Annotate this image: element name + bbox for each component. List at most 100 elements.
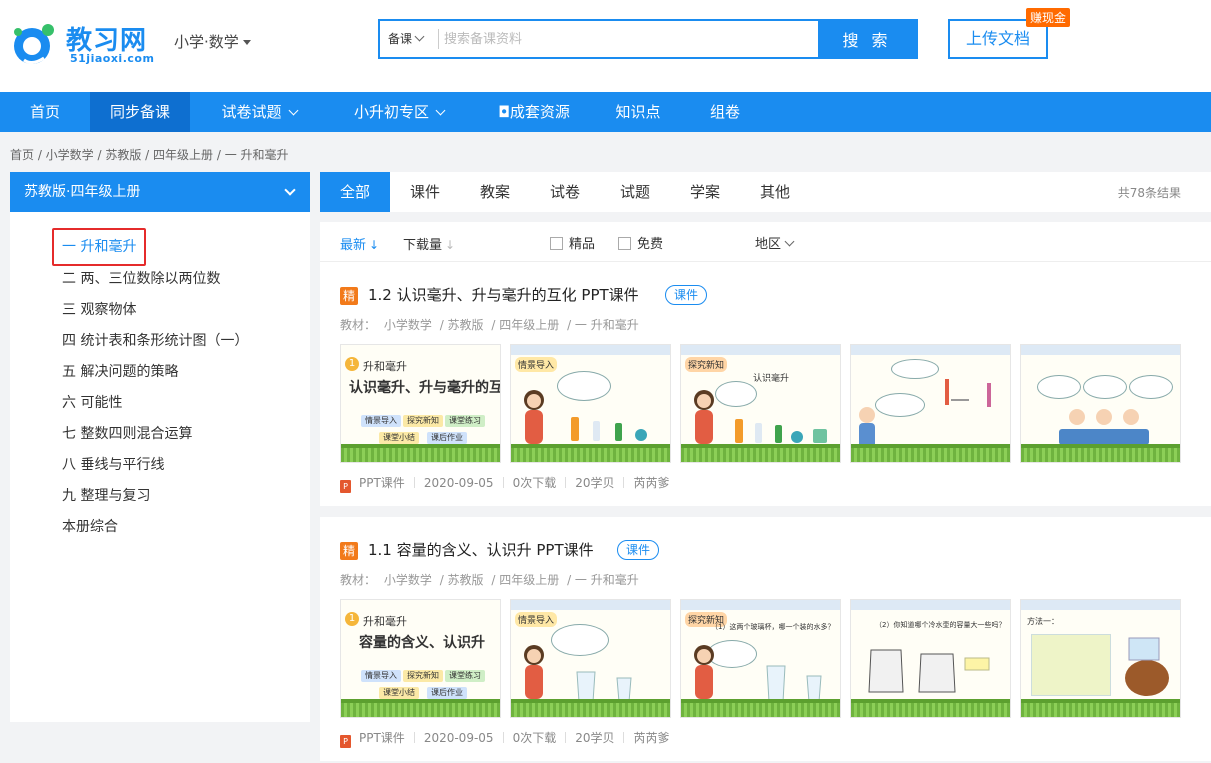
chevron-down-icon	[435, 105, 446, 116]
slide-thumbnail[interactable]: 情景导入	[510, 599, 671, 718]
checkbox-icon[interactable]	[618, 237, 631, 250]
caret-down-icon	[242, 40, 251, 45]
number-icon: 1	[345, 357, 359, 371]
chevron-down-icon	[284, 184, 296, 196]
search-bar: 备课 搜 索	[378, 19, 918, 59]
chapter-item-active[interactable]: 一 升和毫升	[52, 228, 147, 266]
resource-kind-badge: 课件	[665, 285, 708, 305]
slide-chip: 课堂练习	[445, 670, 485, 682]
search-category-dropdown[interactable]: 备课	[380, 21, 438, 57]
logo-domain: 51jiaoxi.com	[70, 52, 155, 65]
breadcrumb[interactable]: 首页 / 小学数学 / 苏教版 / 四年级上册 / 一 升和毫升	[10, 146, 289, 163]
slide-thumbnail[interactable]: 情景导入	[510, 344, 671, 463]
result-title[interactable]: 1.1 容量的含义、认识升 PPT课件	[368, 539, 594, 560]
chapter-item[interactable]: 三 观察物体	[62, 298, 136, 322]
upload-date: 2020-09-05	[423, 476, 494, 490]
chapter-item[interactable]: 五 解决问题的策略	[62, 360, 178, 384]
result-count: 共78条结果	[1117, 186, 1181, 200]
chapter-item[interactable]: 二 两、三位数除以两位数	[62, 267, 220, 291]
search-input[interactable]	[444, 25, 814, 53]
slide-thumbnail[interactable]: 1 升和毫升 容量的含义、认识升 情景导入 探究新知 课堂练习 课堂小结 课后作…	[340, 599, 501, 718]
meta-link[interactable]: / 苏教版	[440, 318, 484, 332]
region-dropdown[interactable]: 地区	[755, 233, 795, 252]
nav-exams[interactable]: 试卷试题	[204, 92, 314, 132]
author[interactable]: 芮芮爹	[633, 731, 669, 745]
meta-link[interactable]: / 四年级上册	[491, 318, 559, 332]
nav-home[interactable]: 首页	[0, 92, 90, 132]
textbook-selector[interactable]: 苏教版·四年级上册	[10, 172, 310, 212]
slide-thumbnail[interactable]: 探究新知 认识毫升	[680, 344, 841, 463]
slide-decoration	[511, 600, 670, 610]
chapter-item[interactable]: 六 可能性	[62, 391, 122, 415]
slide-thumbnail[interactable]	[1020, 344, 1181, 463]
subject-label: 小学·数学	[174, 33, 239, 51]
tab-lesson-plan[interactable]: 教案	[460, 172, 530, 212]
nav-middle-school-label: 小升初专区	[353, 103, 429, 121]
nav-middle-school[interactable]: 小升初专区	[334, 92, 464, 132]
slide-decoration	[1021, 345, 1180, 355]
slide-decoration	[681, 600, 840, 610]
divider	[413, 732, 415, 743]
nav-compose-paper[interactable]: 组卷	[692, 92, 758, 132]
meta-label: 教材：	[340, 318, 377, 332]
meta-link[interactable]: 小学数学	[384, 318, 432, 332]
meta-link[interactable]: / 四年级上册	[491, 573, 559, 587]
nav-exams-label: 试卷试题	[221, 103, 282, 121]
slide-decoration	[511, 448, 670, 462]
slide-label: 探究新知	[685, 357, 728, 372]
checkbox-icon[interactable]	[550, 237, 563, 250]
slide-thumbnail[interactable]: 方法一：	[1020, 599, 1181, 718]
teacher-illustration-icon	[694, 390, 714, 444]
tab-all[interactable]: 全部	[320, 172, 390, 212]
tab-study-guide[interactable]: 学案	[670, 172, 740, 212]
filter-free[interactable]: 免费	[618, 233, 663, 252]
ppt-file-icon: P	[340, 735, 351, 748]
students-illustration-icon	[1059, 409, 1149, 445]
slide-decoration	[341, 703, 500, 717]
speech-bubble-icon	[1083, 375, 1127, 399]
slide-decoration	[851, 600, 1010, 610]
tab-questions[interactable]: 试题	[600, 172, 670, 212]
chapter-item[interactable]: 本册综合	[62, 515, 118, 539]
slide-chip: 课后作业	[427, 687, 467, 699]
chapter-item[interactable]: 四 统计表和条形统计图（一）	[62, 329, 248, 353]
author[interactable]: 芮芮爹	[633, 476, 669, 490]
slide-textbox	[1031, 634, 1111, 696]
meta-link[interactable]: 小学数学	[384, 573, 432, 587]
slide-thumbnail[interactable]: （2）你知道哪个冷水壶的容量大一些吗？	[850, 599, 1011, 718]
sort-downloads[interactable]: 下载量 ↓	[403, 234, 455, 253]
tab-courseware[interactable]: 课件	[390, 172, 460, 212]
site-logo[interactable]: 教习网 51jiaoxi.com	[10, 18, 160, 68]
tab-test-paper[interactable]: 试卷	[530, 172, 600, 212]
chapter-item[interactable]: 九 整理与复习	[62, 484, 150, 508]
slide-thumbnail[interactable]	[850, 344, 1011, 463]
meta-link[interactable]: / 一 升和毫升	[567, 318, 639, 332]
slide-decoration	[1021, 600, 1180, 610]
nav-sync-prep[interactable]: 同步备课	[90, 92, 190, 132]
subject-selector[interactable]: 小学·数学	[174, 31, 251, 52]
nav-knowledge-points[interactable]: 知识点	[600, 92, 676, 132]
sort-downloads-label: 下载量	[403, 238, 443, 253]
meta-label: 教材：	[340, 573, 377, 587]
resource-type-tabs: 全部 课件 教案 试卷 试题 学案 其他 共78条结果	[320, 172, 1211, 212]
tab-other[interactable]: 其他	[740, 172, 810, 212]
slide-thumbnail[interactable]: 1 升和毫升 认识毫升、升与毫升的互化 情景导入 探究新知 课堂练习 课堂小结 …	[340, 344, 501, 463]
glasses-illustration-icon	[766, 665, 822, 703]
slide-thumbnail[interactable]: 探究新知 （1）这两个玻璃杯，哪一个装的水多？	[680, 599, 841, 718]
filter-premium[interactable]: 精品	[550, 233, 595, 252]
slide-chip: 课堂小结	[379, 432, 419, 444]
bottles-illustration-icon	[571, 417, 647, 441]
number-icon: 1	[345, 612, 359, 626]
slide-chip: 探究新知	[403, 670, 443, 682]
search-button[interactable]: 搜 索	[818, 21, 916, 57]
download-count: 0次下载	[512, 731, 557, 745]
chapter-item[interactable]: 八 垂线与平行线	[62, 453, 164, 477]
divider	[623, 732, 625, 743]
result-title[interactable]: 1.2 认识毫升、升与毫升的互化 PPT课件	[368, 284, 639, 305]
meta-link[interactable]: / 一 升和毫升	[567, 573, 639, 587]
chapter-item[interactable]: 七 整数四则混合运算	[62, 422, 192, 446]
price: 20学贝	[575, 476, 615, 490]
meta-link[interactable]: / 苏教版	[440, 573, 484, 587]
nav-resource-sets[interactable]: ◘成套资源	[484, 92, 584, 132]
sort-newest[interactable]: 最新 ↓	[340, 234, 379, 253]
